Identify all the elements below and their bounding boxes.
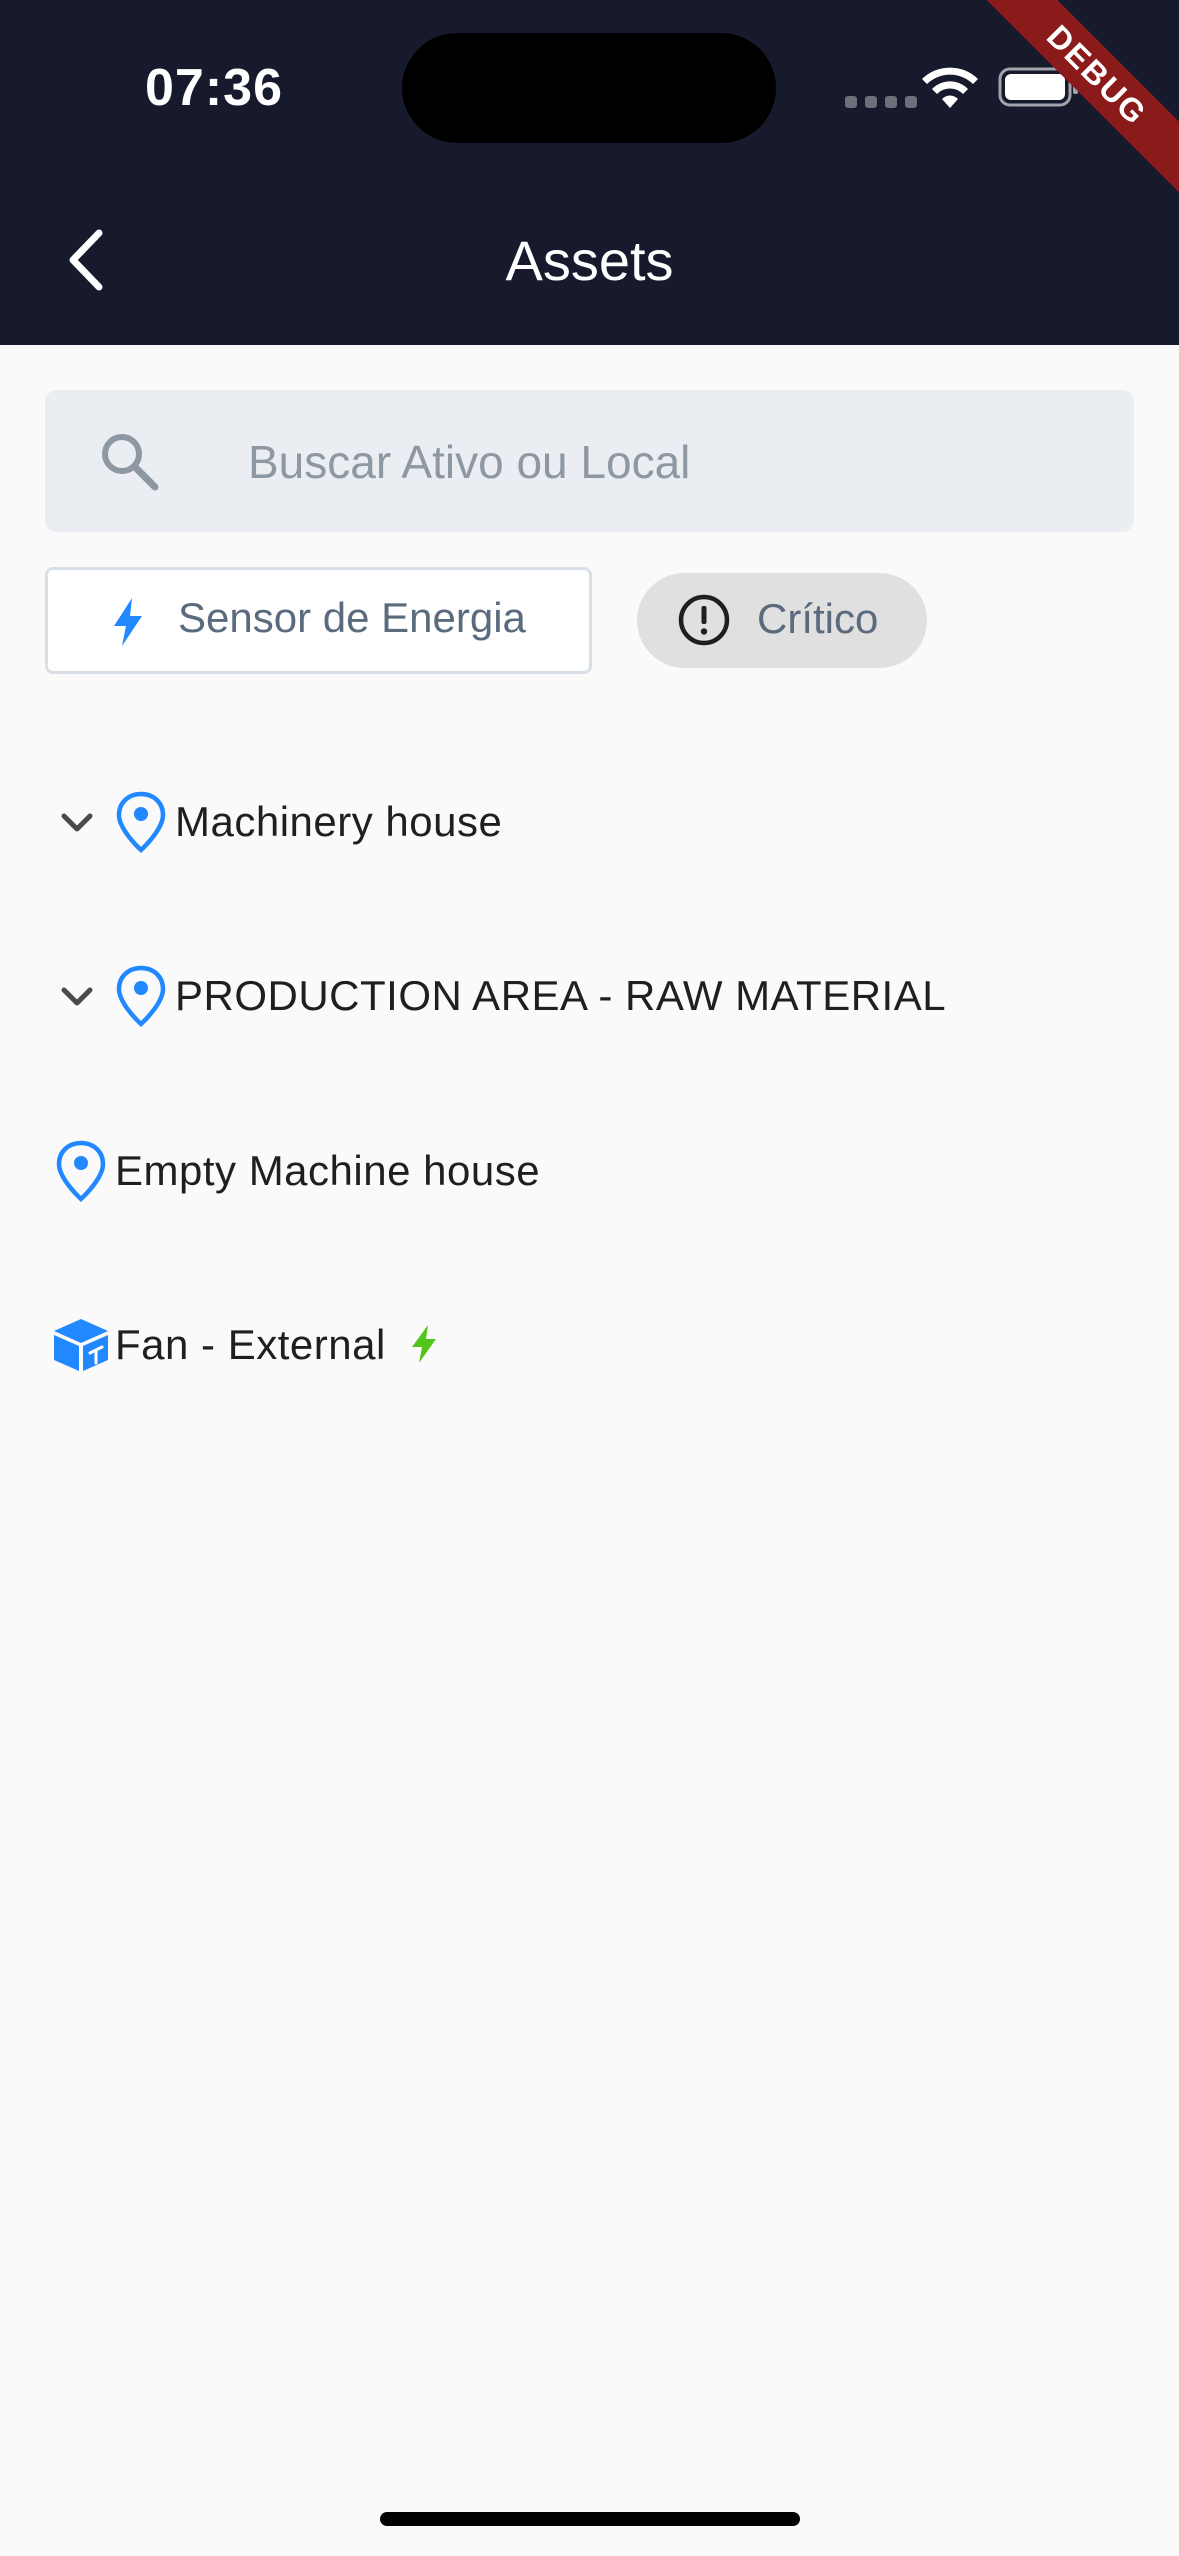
home-indicator — [380, 2512, 800, 2526]
tree-item-label: Empty Machine house — [115, 1147, 541, 1194]
energy-sensor-filter-button[interactable]: Sensor de Energia — [45, 567, 592, 674]
tree-item-label: Machinery house — [175, 798, 503, 845]
tree-item-asset[interactable]: Fan - External — [50, 1303, 950, 1393]
status-time: 07:36 — [145, 59, 283, 117]
critical-filter-label: Crítico — [757, 595, 879, 642]
location-pin-icon — [56, 1140, 106, 1203]
location-pin-icon — [116, 791, 166, 854]
page-title: Assets — [505, 229, 674, 292]
tree-item-location[interactable]: Empty Machine house — [55, 1129, 955, 1219]
tree-item-label: PRODUCTION AREA - RAW MATERIAL — [175, 972, 947, 1019]
app-header: 07:36 DEBUG Assets — [0, 0, 1179, 345]
tree-item-location[interactable]: Machinery house — [55, 780, 955, 870]
bolt-icon — [114, 598, 142, 646]
cellular-signal-icon — [845, 96, 917, 108]
wifi-icon — [922, 67, 978, 108]
energy-sensor-icon — [412, 1325, 436, 1363]
location-pin-icon — [116, 965, 166, 1028]
energy-filter-label: Sensor de Energia — [178, 594, 526, 641]
component-cube-icon — [54, 1319, 108, 1371]
critical-filter-button[interactable]: Crítico — [637, 573, 927, 668]
dynamic-island — [402, 33, 776, 143]
alert-circle-icon — [678, 594, 730, 646]
tree-item-location[interactable]: PRODUCTION AREA - RAW MATERIAL — [55, 954, 1055, 1044]
search-icon — [102, 434, 159, 491]
tree-item-label: Fan - External — [115, 1321, 386, 1368]
chevron-down-icon — [61, 987, 93, 1006]
chevron-down-icon — [61, 813, 93, 832]
search-input[interactable] — [248, 420, 1108, 504]
assets-screen: 07:36 DEBUG Assets Buscar Ativo ou Local… — [0, 0, 1179, 2556]
